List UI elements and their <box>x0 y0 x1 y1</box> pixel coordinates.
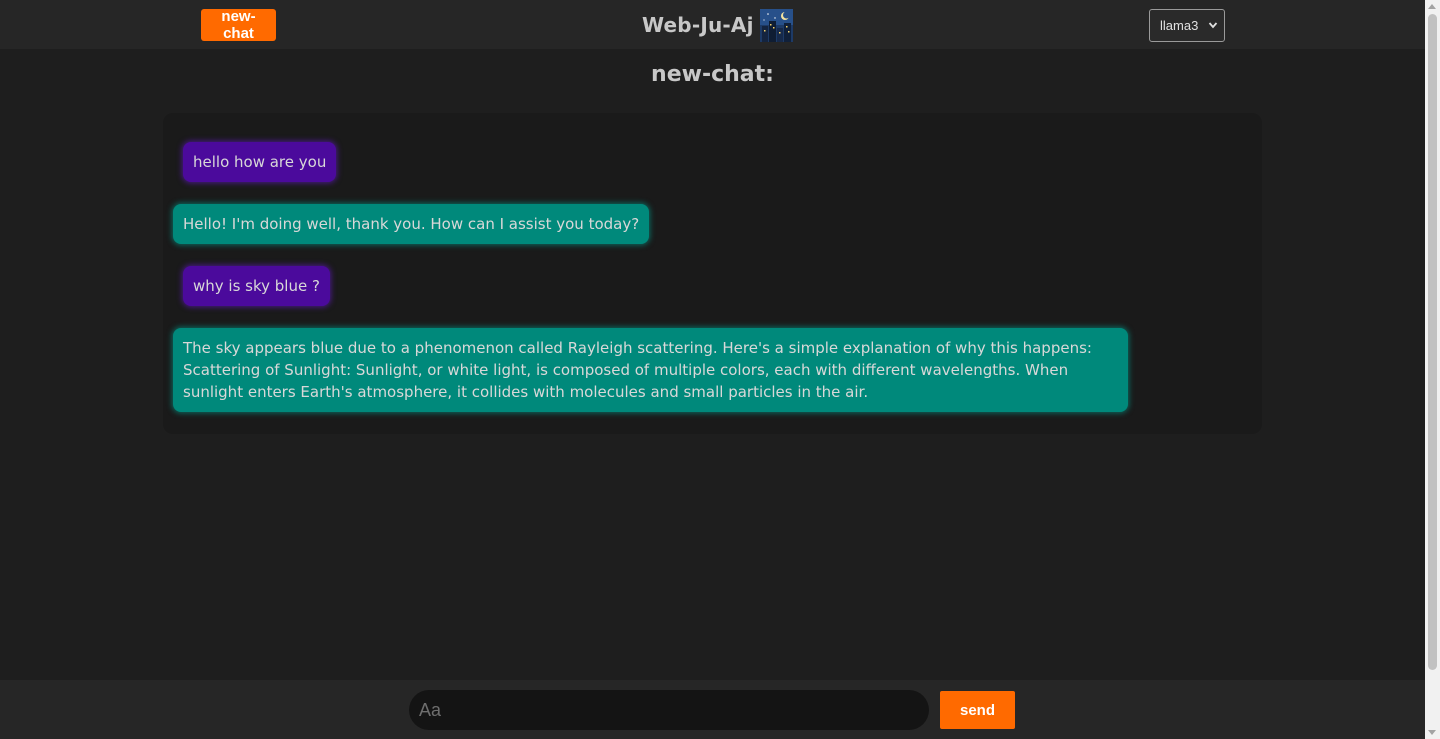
model-select[interactable]: llama3 <box>1149 9 1225 42</box>
scroll-up-arrow-icon[interactable] <box>1428 4 1436 9</box>
assistant-message: Hello! I'm doing well, thank you. How ca… <box>173 204 650 244</box>
chevron-down-icon <box>1208 22 1218 29</box>
brand: Web-Ju-Aj <box>642 8 793 42</box>
top-bar: new-chat Web-Ju-Aj llama3 <box>0 0 1425 49</box>
scrollbar[interactable] <box>1425 0 1440 739</box>
send-button[interactable]: send <box>940 691 1015 729</box>
chat-title: new-chat: <box>651 62 774 87</box>
app-page: new-chat Web-Ju-Aj llama3 new-chat: hell… <box>0 0 1440 739</box>
model-select-value: llama3 <box>1160 18 1199 33</box>
scrollbar-thumb[interactable] <box>1428 14 1437 670</box>
night-city-icon <box>759 8 793 42</box>
user-message: why is sky blue ? <box>183 266 330 306</box>
chat-panel: hello how are you Hello! I'm doing well,… <box>163 113 1262 434</box>
composer-bar: send <box>0 680 1425 739</box>
scroll-down-arrow-icon[interactable] <box>1428 730 1436 735</box>
message-input[interactable] <box>409 690 929 730</box>
brand-title: Web-Ju-Aj <box>642 13 754 37</box>
assistant-message: The sky appears blue due to a phenomenon… <box>173 328 1128 412</box>
user-message: hello how are you <box>183 142 337 182</box>
new-chat-button[interactable]: new-chat <box>201 8 276 42</box>
